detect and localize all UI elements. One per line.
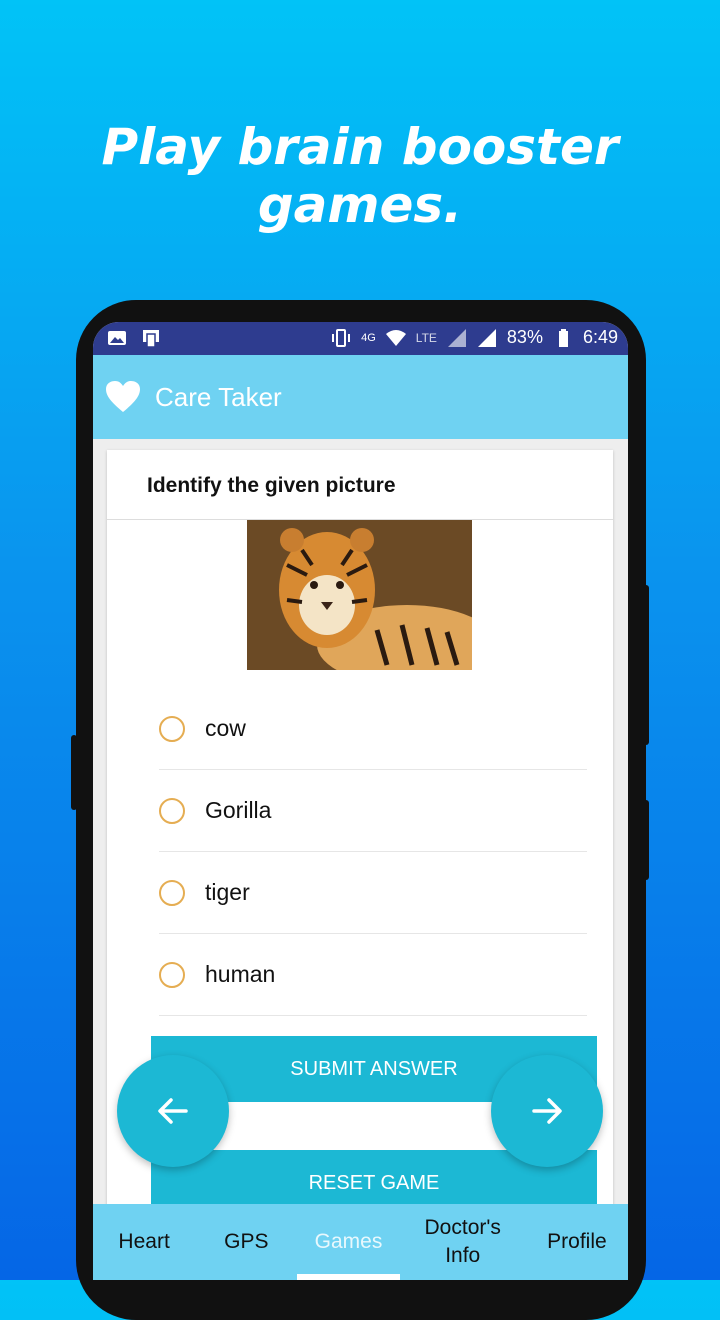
- app-bar: Care Taker: [93, 355, 628, 439]
- heart-icon: [106, 381, 140, 412]
- screencast-icon: [143, 330, 159, 348]
- network-type: 4G: [361, 331, 376, 344]
- battery-icon: [558, 328, 568, 347]
- promo-headline: Play brain booster games.: [101, 118, 619, 234]
- option-human[interactable]: human: [159, 934, 587, 1016]
- option-label: tiger: [205, 879, 250, 905]
- previous-button[interactable]: [117, 1055, 229, 1167]
- nav-doctors-info[interactable]: Doctor's Info: [400, 1204, 526, 1280]
- radio-button[interactable]: [159, 879, 185, 906]
- arrow-right-icon: [532, 1098, 562, 1124]
- arrow-left-icon: [158, 1098, 188, 1124]
- phone-power-button: [643, 800, 649, 880]
- option-label: Gorilla: [205, 797, 272, 823]
- nav-games[interactable]: Games: [297, 1204, 400, 1280]
- tiger-illustration: [247, 520, 472, 670]
- option-tiger[interactable]: tiger: [159, 852, 587, 934]
- option-cow[interactable]: cow: [159, 688, 587, 770]
- wifi-icon: [385, 329, 406, 346]
- phone-volume-button: [71, 735, 77, 810]
- battery-percent: 83%: [506, 327, 543, 347]
- status-bar: 4G LTE 83% 6:49: [93, 322, 628, 355]
- option-label: human: [205, 961, 276, 987]
- phone-side-button: [643, 585, 649, 745]
- next-button[interactable]: [491, 1055, 603, 1167]
- gallery-icon: [108, 331, 126, 345]
- quiz-picture-tiger: [247, 520, 472, 670]
- option-gorilla[interactable]: Gorilla: [159, 770, 587, 852]
- nav-gps[interactable]: GPS: [195, 1204, 297, 1280]
- app-title: Care Taker: [155, 381, 282, 412]
- radio-button[interactable]: [159, 961, 185, 988]
- question-text: Identify the given picture: [147, 474, 396, 497]
- radio-button[interactable]: [159, 715, 185, 742]
- clock: 6:49: [582, 327, 618, 347]
- lte-label: LTE: [415, 330, 437, 345]
- nav-profile[interactable]: Profile: [526, 1204, 628, 1280]
- option-label: cow: [205, 715, 246, 741]
- radio-button[interactable]: [159, 797, 185, 824]
- nav-heart[interactable]: Heart: [93, 1204, 195, 1280]
- bottom-navigation: Heart GPS Games Doctor's Info Profile: [93, 1204, 628, 1280]
- vibrate-icon: [332, 328, 351, 347]
- signal-icon-2: [477, 328, 496, 347]
- answer-options: cow Gorilla tiger human: [159, 688, 587, 1016]
- signal-icon: [447, 328, 466, 347]
- phone-screen: 4G LTE 83% 6:49 Care Taker Identify the …: [93, 322, 628, 1280]
